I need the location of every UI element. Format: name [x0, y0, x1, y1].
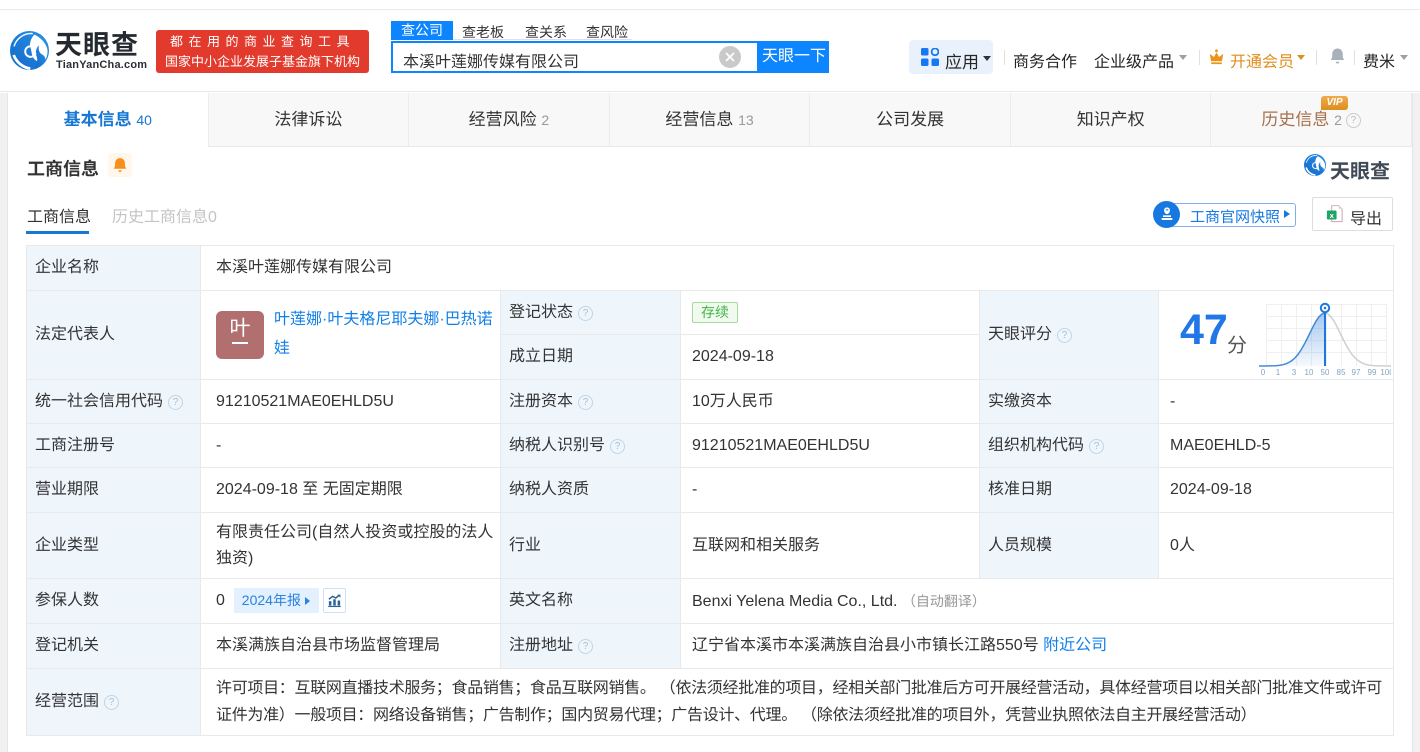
svg-text:10: 10	[1305, 368, 1314, 376]
svg-text:0: 0	[1261, 368, 1266, 376]
svg-text:100: 100	[1380, 368, 1391, 376]
svg-text:50: 50	[1321, 368, 1330, 376]
svg-text:3: 3	[1292, 368, 1297, 376]
svg-text:99: 99	[1368, 368, 1377, 376]
svg-text:1: 1	[1276, 368, 1281, 376]
svg-text:97: 97	[1352, 368, 1361, 376]
svg-text:85: 85	[1337, 368, 1346, 376]
